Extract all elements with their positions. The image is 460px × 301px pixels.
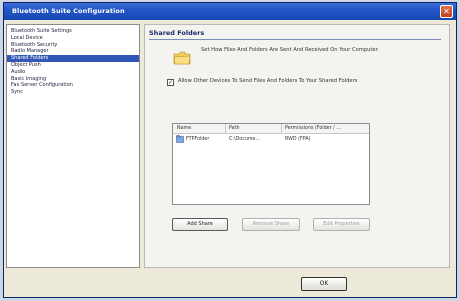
share-permissions-cell: RWD (FPA)	[285, 137, 311, 142]
column-header-permissions[interactable]: Permissions (Folder / ...	[285, 126, 341, 131]
shared-folders-panel: Shared Folders Set How Files And Folders…	[144, 24, 450, 268]
add-share-button[interactable]: Add Share	[172, 218, 228, 231]
sidebar-item-basic-imaging[interactable]: Basic Imaging	[7, 76, 139, 83]
table-header: Name Path Permissions (Folder / ...	[173, 124, 369, 134]
settings-sidebar: Bluetooth Suite Settings Local Device Bl…	[6, 24, 140, 268]
sidebar-item-audio[interactable]: Audio	[7, 69, 139, 76]
allow-incoming-label[interactable]: Allow Other Devices To Send Files And Fo…	[178, 78, 378, 85]
folder-icon	[173, 51, 191, 65]
edit-properties-button[interactable]: Edit Properties	[313, 218, 370, 231]
sidebar-item-bluetooth-security[interactable]: Bluetooth Security	[7, 42, 139, 49]
column-divider[interactable]	[281, 124, 282, 133]
column-header-path[interactable]: Path	[229, 126, 240, 131]
table-row[interactable]: FTPFolder C:\Docume... RWD (FPA)	[173, 135, 369, 144]
remove-share-button[interactable]: Remove Share	[242, 218, 300, 231]
allow-incoming-checkbox[interactable]: ✓	[167, 79, 174, 86]
title-bar[interactable]: Bluetooth Suite Configuration ✕	[4, 3, 456, 20]
page-title: Shared Folders	[149, 29, 205, 37]
sidebar-item-shared-folders[interactable]: Shared Folders	[7, 55, 139, 62]
sidebar-item-fax-server-configuration[interactable]: Fax Server Configuration	[7, 82, 139, 89]
sidebar-item-radio-manager[interactable]: Radio Manager	[7, 48, 139, 55]
column-divider[interactable]	[225, 124, 226, 133]
section-description: Set How Files And Folders Are Sent And R…	[201, 47, 379, 53]
close-button[interactable]: ✕	[440, 5, 453, 18]
sidebar-item-sync[interactable]: Sync	[7, 89, 139, 96]
close-icon: ✕	[443, 7, 450, 16]
title-divider	[149, 39, 441, 40]
shares-table: Name Path Permissions (Folder / ... FTPF…	[172, 123, 370, 205]
window-title: Bluetooth Suite Configuration	[12, 7, 125, 15]
share-path-cell: C:\Docume...	[229, 137, 261, 142]
sidebar-item-local-device[interactable]: Local Device	[7, 35, 139, 42]
shared-folder-icon	[176, 135, 184, 143]
checkmark-icon: ✓	[168, 79, 174, 86]
ok-button[interactable]: OK	[301, 277, 347, 291]
sidebar-item-object-push[interactable]: Object Push	[7, 62, 139, 69]
share-name-cell: FTPFolder	[186, 137, 210, 142]
column-header-name[interactable]: Name	[177, 126, 191, 131]
sidebar-item-bluetooth-suite-settings[interactable]: Bluetooth Suite Settings	[7, 28, 139, 35]
